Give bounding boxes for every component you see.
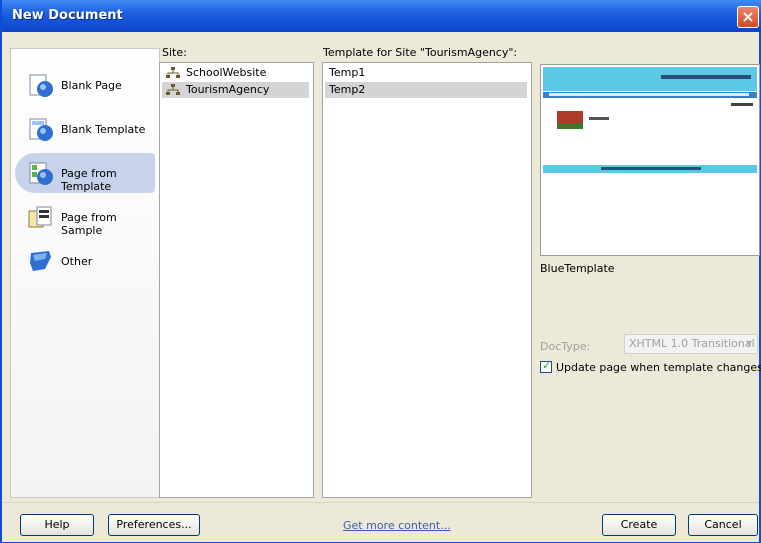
site-name: TourismAgency <box>186 83 270 96</box>
close-icon: × <box>741 7 755 26</box>
category-label: Page from Template <box>61 167 117 193</box>
new-document-dialog: New Document × Blank Page Blank Template <box>0 0 761 543</box>
preferences-button[interactable]: Preferences... <box>108 514 200 536</box>
site-item-schoolwebsite[interactable]: SchoolWebsite <box>162 65 309 81</box>
template-item-temp2[interactable]: Temp2 <box>325 82 527 98</box>
get-more-content-link[interactable]: Get more content... <box>343 519 451 532</box>
chevron-down-icon: ▼ <box>745 339 753 348</box>
update-page-checkbox[interactable]: ✓ <box>540 359 552 373</box>
window-title: New Document <box>12 8 123 23</box>
help-button[interactable]: Help <box>20 514 94 536</box>
create-button[interactable]: Create <box>602 514 676 536</box>
close-button[interactable]: × <box>737 6 759 28</box>
blank-page-icon <box>29 74 53 97</box>
blank-template-icon <box>29 118 53 141</box>
category-page-from-template[interactable]: Page from Template <box>15 153 155 193</box>
template-item-temp1[interactable]: Temp1 <box>325 65 527 81</box>
title-bar[interactable]: New Document × <box>2 0 761 32</box>
category-label: Other <box>61 255 93 268</box>
update-page-label: Update page when template changes <box>556 361 761 374</box>
site-item-tourismagency[interactable]: TourismAgency <box>162 82 309 98</box>
category-blank-page[interactable]: Blank Page <box>15 65 155 105</box>
category-other[interactable]: Other <box>15 241 155 281</box>
category-label: Blank Template <box>61 123 146 136</box>
category-label: Blank Page <box>61 79 122 92</box>
page-from-template-icon <box>29 162 53 185</box>
site-list[interactable]: SchoolWebsite TourismAgency <box>159 62 314 498</box>
site-name: SchoolWebsite <box>186 66 267 79</box>
category-label: Page from Sample <box>61 211 117 237</box>
site-icon <box>166 84 180 95</box>
category-panel: Blank Page Blank Template Page from Temp… <box>10 48 160 498</box>
doctype-value: XHTML 1.0 Transitional <box>629 337 755 350</box>
site-icon <box>166 67 180 78</box>
template-preview-image <box>543 67 757 253</box>
template-label: Template for Site "TourismAgency": <box>323 46 518 59</box>
category-blank-template[interactable]: Blank Template <box>15 109 155 149</box>
category-page-from-sample[interactable]: Page from Sample <box>15 197 155 237</box>
template-description: BlueTemplate <box>540 262 615 275</box>
doctype-select: XHTML 1.0 Transitional ▼ <box>624 334 758 354</box>
cancel-button[interactable]: Cancel <box>688 514 758 536</box>
other-icon <box>30 251 51 271</box>
page-from-sample-icon <box>28 206 52 228</box>
site-label: Site: <box>162 46 187 59</box>
checkmark-icon: ✓ <box>542 359 552 372</box>
template-preview <box>540 64 760 256</box>
template-list[interactable]: Temp1 Temp2 <box>322 62 532 498</box>
doctype-label: DocType: <box>540 340 591 353</box>
